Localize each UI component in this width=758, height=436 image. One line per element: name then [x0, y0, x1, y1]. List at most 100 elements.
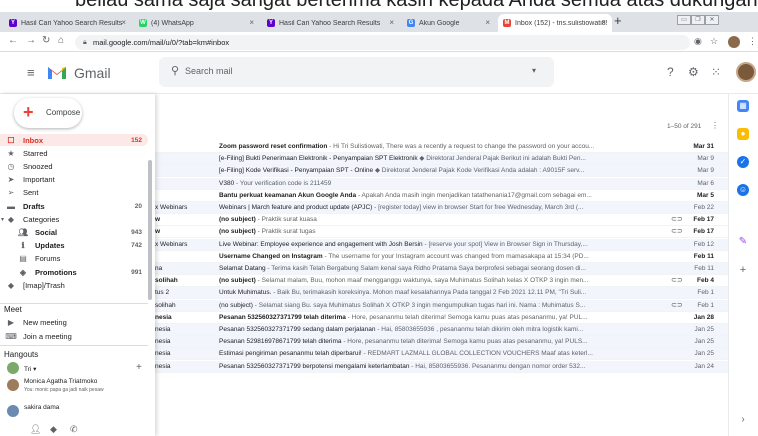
email-row[interactable]: nesia Pesanan 532560327371799 telah diter… — [155, 312, 728, 324]
compose-button[interactable]: + Compose — [14, 98, 82, 128]
email-content: Username Changed on Instagram - The user… — [219, 251, 653, 263]
sidebar-item-updates[interactable]: ℹ Updates 742 — [0, 240, 148, 252]
reload-icon[interactable]: ↻ — [42, 35, 50, 46]
email-row[interactable]: [e-Filing] Kode Verifikasi - Penyampaian… — [155, 165, 728, 178]
contact-avatar[interactable] — [7, 405, 19, 417]
back-icon[interactable]: ← — [8, 35, 18, 46]
phone-icon[interactable]: ✆ — [70, 424, 78, 435]
sidebar-item-inbox[interactable]: ☐ Inbox 152 — [0, 134, 148, 146]
chat-bubble-icon[interactable]: ◆ — [50, 424, 57, 435]
sidebar-scrollbar[interactable] — [148, 160, 152, 300]
email-date: Feb 12 — [693, 240, 714, 248]
email-row[interactable]: nesia Estimasi pengiriman pesananmu telah… — [155, 348, 728, 361]
close-window-icon[interactable]: ✕ — [705, 15, 719, 25]
contacts-person-icon[interactable]: 👤︎ — [30, 424, 41, 435]
new-conversation-icon[interactable]: + — [136, 362, 142, 373]
email-row[interactable]: x Webinars Live Webinar: Employee experie… — [155, 238, 728, 251]
email-row[interactable]: x Webinars Webinars | March feature and p… — [155, 202, 728, 214]
join-meeting-button[interactable]: ⌨ Join a meeting — [0, 330, 148, 342]
hangouts-self-avatar[interactable] — [7, 362, 19, 374]
tab-close-icon[interactable]: × — [389, 18, 394, 27]
addon-icon[interactable]: ✎ — [737, 236, 749, 248]
contact-name[interactable]: Monica Agatha Triatmoko — [24, 378, 97, 385]
email-row[interactable]: nesia Pesanan 532560327371799 sedang dala… — [155, 324, 728, 336]
email-sender: nesia — [155, 313, 172, 321]
minimize-icon[interactable]: ▭ — [677, 15, 691, 25]
tab-favicon-icon: G — [407, 19, 415, 27]
unread-count: 943 — [131, 228, 142, 236]
contact-avatar[interactable] — [7, 379, 19, 391]
sidebar-item-drafts[interactable]: ▬ Drafts 20 — [0, 200, 148, 212]
email-row[interactable]: nesia Pesanan 532560327371799 berpotensi … — [155, 360, 728, 373]
main-menu-icon[interactable]: ≡ — [27, 65, 35, 80]
tab-close-icon[interactable]: × — [601, 18, 606, 27]
keep-icon[interactable]: ● — [737, 128, 749, 140]
tab-close-icon[interactable]: × — [485, 18, 490, 27]
email-row[interactable]: [e-Filing] Bukti Penerimaan Elektronik -… — [155, 153, 728, 166]
contacts-icon[interactable]: ☺ — [737, 184, 749, 196]
email-row[interactable]: nesia Pesanan 529816978671799 telah diter… — [155, 336, 728, 349]
tab-close-icon[interactable]: × — [121, 18, 126, 27]
sidebar-item-starred[interactable]: ★ Starred — [0, 147, 148, 159]
browser-profile-avatar[interactable] — [728, 36, 740, 48]
email-row[interactable]: V380 - Your verification code is 211459 M… — [155, 177, 728, 190]
email-sender: na — [155, 265, 163, 272]
browser-tab[interactable]: W (4) WhatsApp × — [134, 14, 260, 32]
email-content: Selamat Datang - Terima kasih Telah Berg… — [219, 263, 653, 275]
contact-name[interactable]: sakira dama — [24, 404, 59, 411]
account-avatar[interactable] — [736, 62, 756, 82]
settings-gear-icon[interactable]: ⚙ — [688, 65, 699, 79]
tab-label: Hasil Cari Yahoo Search Results — [21, 19, 123, 27]
tab-close-icon[interactable]: × — [249, 18, 254, 27]
browser-menu-icon[interactable]: ⋮ — [748, 36, 757, 47]
extension-icon[interactable]: ◉ — [694, 36, 702, 47]
sidebar-item-sent[interactable]: ➢ Sent — [0, 187, 148, 199]
search-options-icon[interactable]: ▾ — [532, 66, 536, 75]
tasks-icon[interactable]: ✓ — [737, 156, 749, 168]
email-row[interactable]: Bantu perkuat keamanan Akun Google Anda … — [155, 190, 728, 202]
browser-tab[interactable]: Y Hasil Cari Yahoo Search Results × — [262, 14, 400, 32]
email-sender: x Webinars — [155, 204, 188, 211]
restore-icon[interactable]: ❐ — [691, 15, 705, 25]
browser-tab[interactable]: Y Hasil Cari Yahoo Search Results × — [4, 14, 132, 32]
email-row[interactable]: Username Changed on Instagram - The user… — [155, 251, 728, 263]
sidebar-item-categories[interactable]: ▾ ◆ Categories — [0, 213, 148, 225]
collapse-caret-icon[interactable]: ▾ — [1, 216, 4, 223]
sidebar-item-important[interactable]: ➤ Important — [0, 174, 148, 186]
forward-icon[interactable]: → — [26, 35, 36, 46]
bookmark-star-icon[interactable]: ☆ — [710, 36, 718, 47]
sidebar-item-social[interactable]: 👥︎ Social 943 — [0, 226, 148, 238]
more-options-icon[interactable]: ⋮ — [711, 121, 719, 130]
email-row[interactable]: w (no subject) - Praktik surat tugas ⊂⊃ Feb… — [155, 226, 728, 239]
search-input[interactable]: Search mail — [185, 66, 233, 76]
new-tab-button[interactable]: + — [614, 13, 622, 28]
browser-tab[interactable]: G Akun Google × — [402, 14, 496, 32]
search-bar[interactable]: ⚲ Search mail ▾ — [159, 57, 554, 87]
email-snippet: - Praktik surat kuasa — [255, 216, 317, 224]
email-row[interactable]: w (no subject) - Praktik surat kuasa ⊂⊃ Feb… — [155, 214, 728, 227]
email-sender: nesia — [155, 350, 171, 358]
sidebar-item-forums[interactable]: ▤ Forums — [0, 253, 148, 265]
url-field[interactable]: 🔒︎ mail.google.com/mail/u/0/?tab=km#inbo… — [75, 35, 690, 50]
search-icon[interactable]: ⚲ — [171, 64, 179, 77]
sidebar-item-promotions[interactable]: ◈ Promotions 991 — [0, 266, 148, 278]
email-row[interactable]: Zoom password reset confirmation - Hi Tr… — [155, 141, 728, 153]
sidebar-item-snoozed[interactable]: ◷ Snoozed — [0, 160, 148, 172]
support-icon[interactable]: ? — [667, 65, 674, 79]
email-row[interactable]: solihah (no subject) - Selamat siang Bu. … — [155, 299, 728, 312]
calendar-icon[interactable]: ▦ — [737, 100, 749, 112]
new-meeting-button[interactable]: ▶ New meeting — [0, 316, 148, 328]
apps-grid-icon[interactable]: ⁙ — [711, 65, 721, 79]
email-row[interactable]: solihah (no subject) - Selamat malam, Buu… — [155, 275, 728, 288]
get-addons-icon[interactable]: + — [737, 264, 749, 276]
hangouts-user[interactable]: Tri ▾ — [24, 365, 36, 373]
pagination-range: 1–50 of 291 — [667, 123, 702, 130]
email-subject: Selamat Datang — [219, 265, 266, 272]
email-row[interactable]: tus 2 Untuk Muhimatus. - Baik Bu, terimak… — [155, 287, 728, 300]
sidebar-item-imap-trash[interactable]: ◆ [Imap]/Trash — [0, 279, 148, 291]
browser-tab[interactable]: M Inbox (152) - tris.sulistiowati89@ × — [498, 14, 612, 32]
home-icon[interactable]: ⌂ — [58, 35, 64, 46]
compose-plus-icon: + — [23, 102, 34, 122]
expand-panel-icon[interactable]: › — [737, 414, 749, 426]
email-row[interactable]: na Selamat Datang - Terima kasih Telah Be… — [155, 263, 728, 275]
